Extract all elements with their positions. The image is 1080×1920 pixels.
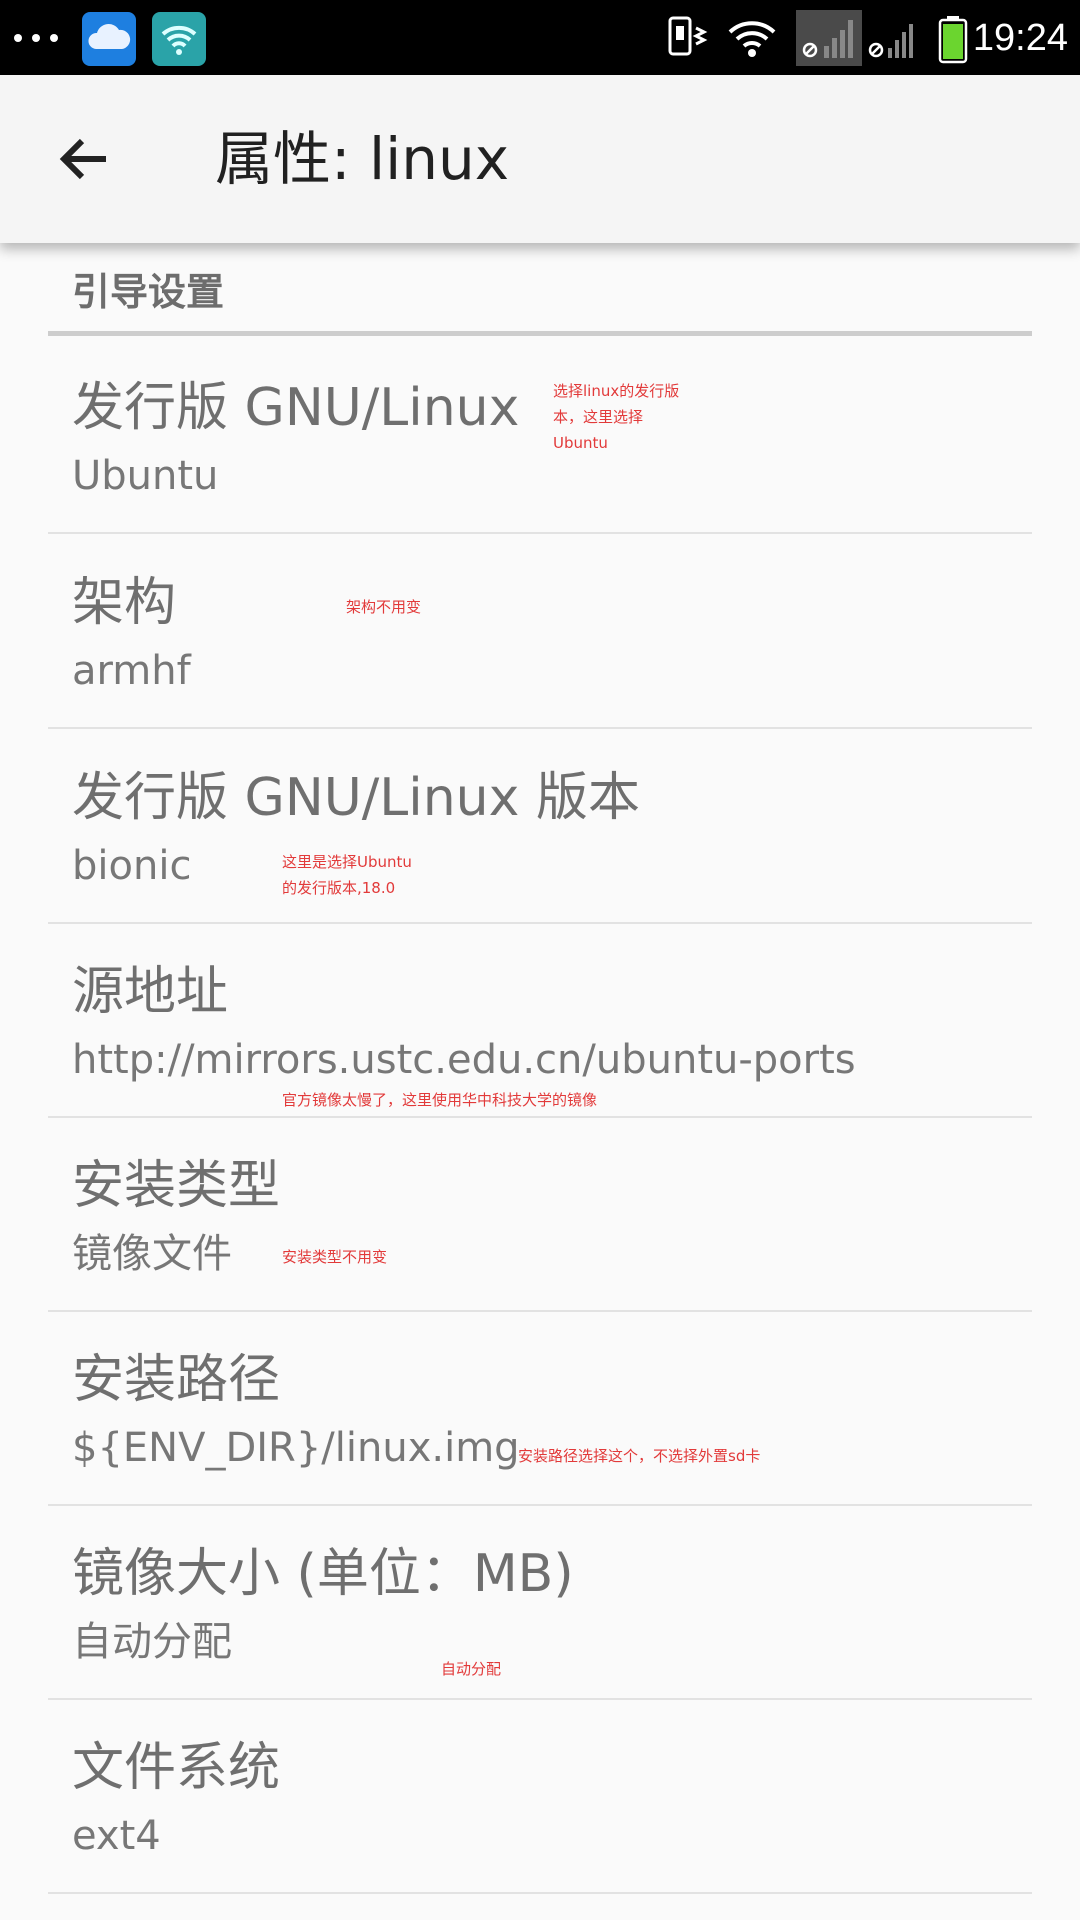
annotation-version: 这里是选择Ubuntu 的发行版本,18.0	[282, 853, 412, 897]
annotation-arch: 架构不用变	[346, 598, 422, 616]
annotation-install-type: 安装类型不用变	[282, 1248, 388, 1266]
pref-install-path[interactable]: 安装路径 ${ENV_DIR}/linux.img	[48, 1310, 1032, 1506]
annotation-install-path: 安装路径选择这个，不选择外置sd卡	[518, 1447, 761, 1465]
more-dots-icon	[12, 24, 62, 52]
pref-summary: 镜像文件	[72, 1231, 232, 1277]
arrow-back-icon	[59, 138, 106, 180]
pref-summary: bionic	[72, 843, 192, 889]
pref-summary: ext4	[72, 1813, 161, 1859]
pref-summary: ${ENV_DIR}/linux.img	[72, 1425, 520, 1471]
pref-distribution-version[interactable]: 发行版 GNU/Linux 版本 bionic	[48, 728, 1032, 924]
pref-title: 发行版 GNU/Linux 版本	[72, 768, 640, 828]
pref-summary: Ubuntu	[72, 453, 219, 499]
pref-summary: 自动分配	[72, 1619, 232, 1665]
status-time: 19:24	[972, 17, 1068, 59]
pref-summary: armhf	[72, 648, 191, 694]
pref-title: 安装路径	[72, 1350, 281, 1410]
annotation-source: 官方镜像太慢了，这里使用华中科技大学的镜像	[282, 1091, 598, 1109]
pref-title: 架构	[72, 573, 177, 633]
cloud-app-icon	[82, 12, 136, 66]
wifi-signal-icon	[726, 10, 778, 66]
cell-signal-2-icon	[866, 10, 920, 66]
pref-file-system[interactable]: 文件系统 ext4	[48, 1698, 1032, 1894]
pref-title: 源地址	[72, 962, 229, 1022]
pref-summary: http://mirrors.ustc.edu.cn/ubuntu-ports	[72, 1037, 856, 1083]
app-toolbar: 属性: linux	[0, 75, 1080, 243]
pref-title: 安装类型	[72, 1156, 281, 1216]
battery-icon	[938, 10, 968, 66]
wifi-app-icon	[152, 12, 206, 66]
cell-signal-1-icon	[796, 10, 862, 66]
status-bar: 19:24	[0, 0, 1080, 75]
pref-image-size[interactable]: 镜像大小 (单位：MB) 自动分配	[48, 1504, 1032, 1700]
pref-architecture[interactable]: 架构 armhf	[48, 533, 1032, 729]
pref-title: 镜像大小 (单位：MB)	[72, 1544, 574, 1604]
pref-install-type[interactable]: 安装类型 镜像文件	[48, 1116, 1032, 1312]
pref-distribution[interactable]: 发行版 GNU/Linux Ubuntu	[48, 338, 1032, 534]
back-button[interactable]	[44, 119, 124, 199]
pref-title: 发行版 GNU/Linux	[72, 378, 520, 438]
annotation-distro: 选择linux的发行版 本，这里选择 Ubuntu	[553, 382, 680, 452]
annotation-image-size: 自动分配	[441, 1660, 502, 1678]
phone-vibrate-icon	[666, 10, 714, 66]
section-header: 引导设置	[72, 270, 225, 314]
section-divider	[48, 331, 1032, 336]
page-title: 属性: linux	[215, 125, 510, 193]
pref-title: 文件系统	[72, 1738, 281, 1798]
